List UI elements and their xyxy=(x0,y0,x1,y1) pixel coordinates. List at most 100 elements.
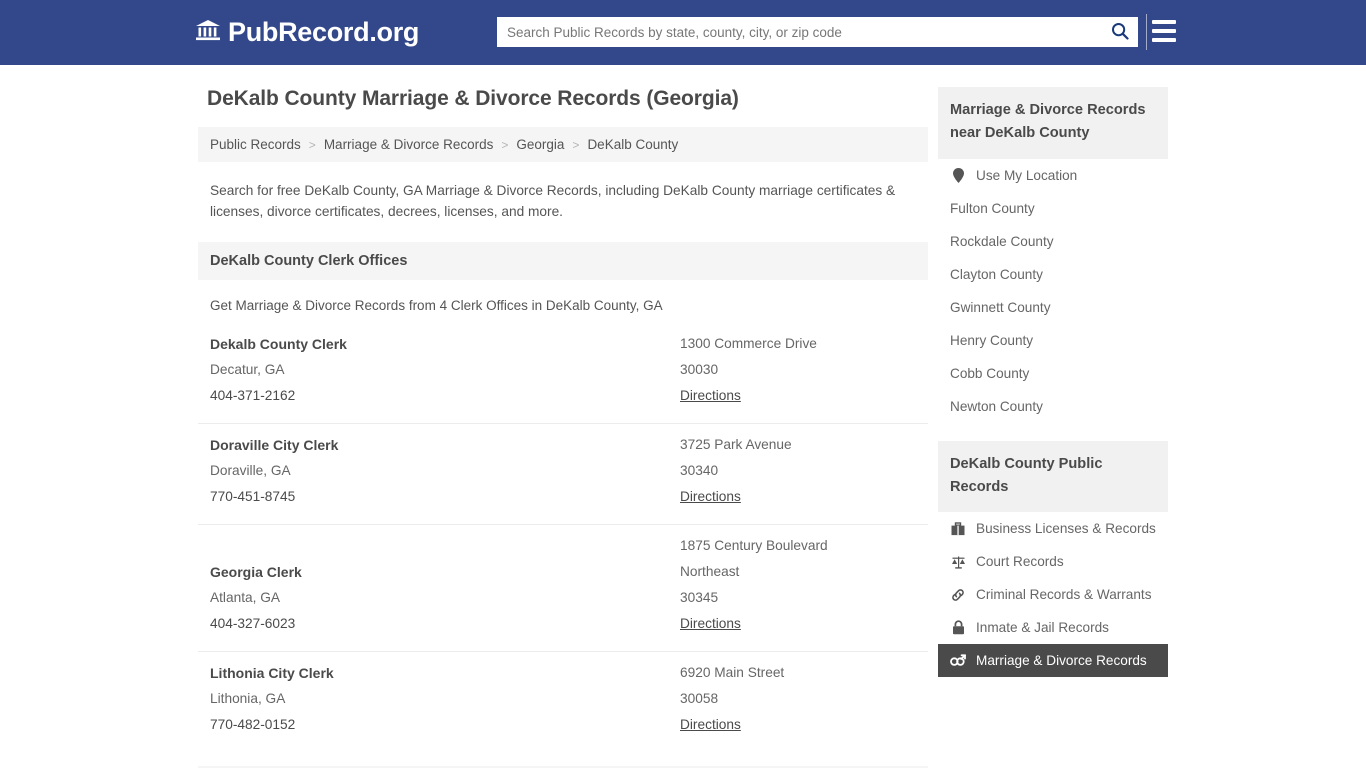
office-zip: 30340 xyxy=(680,463,719,479)
page-body: DeKalb County Marriage & Divorce Records… xyxy=(0,65,1366,768)
office-address-line: 1300 Commerce Drive xyxy=(680,336,817,352)
chain-link-icon xyxy=(950,588,966,602)
office-right-column: 3725 Park Avenue 30340 Directions xyxy=(680,432,916,510)
sidebar-item-rockdale-county[interactable]: Rockdale County xyxy=(938,225,1168,258)
office-phone[interactable]: 770-451-8745 xyxy=(210,484,680,510)
clerk-offices-subheading: Get Marriage & Divorce Records from 4 Cl… xyxy=(210,298,663,314)
office-zip: 30058 xyxy=(680,691,719,707)
sidebar-item-label: Rockdale County xyxy=(950,233,1054,249)
sidebar-item-label: Criminal Records & Warrants xyxy=(976,587,1152,603)
search-button[interactable] xyxy=(1102,18,1138,46)
breadcrumb-separator: > xyxy=(501,137,509,152)
main-column: DeKalb County Marriage & Divorce Records… xyxy=(198,87,928,768)
office-zip: 30345 xyxy=(680,590,719,606)
venus-mars-icon xyxy=(950,654,966,668)
office-name: Dekalb County Clerk xyxy=(210,336,347,353)
office-city: Doraville, GA xyxy=(210,463,291,479)
breadcrumb-separator: > xyxy=(308,137,316,152)
content-container: DeKalb County Marriage & Divorce Records… xyxy=(198,87,1168,768)
clerk-offices-heading: DeKalb County Clerk Offices xyxy=(198,242,928,281)
office-name: Lithonia City Clerk xyxy=(210,665,334,682)
office-row: Georgia Clerk Atlanta, GA 404-327-6023 1… xyxy=(198,524,928,651)
sidebar-item-label: Gwinnett County xyxy=(950,299,1051,315)
office-city: Decatur, GA xyxy=(210,362,285,378)
sidebar-item-inmate-jail-records[interactable]: Inmate & Jail Records xyxy=(938,611,1168,644)
sidebar-item-use-my-location[interactable]: Use My Location xyxy=(938,159,1168,192)
map-pin-icon xyxy=(950,167,966,183)
padlock-icon xyxy=(950,620,966,635)
sidebar-item-newton-county[interactable]: Newton County xyxy=(938,390,1168,423)
breadcrumb-item-marriage-divorce-records[interactable]: Marriage & Divorce Records xyxy=(324,137,494,152)
office-address-line: 3725 Park Avenue xyxy=(680,437,792,453)
office-phone[interactable]: 770-482-0152 xyxy=(210,712,680,738)
sidebar-item-clayton-county[interactable]: Clayton County xyxy=(938,258,1168,291)
office-address-line: 6920 Main Street xyxy=(680,665,785,681)
breadcrumb: Public Records > Marriage & Divorce Reco… xyxy=(198,127,928,162)
nearby-counties-list: Use My Location Fulton County Rockdale C… xyxy=(938,159,1168,423)
sidebar-item-criminal-records[interactable]: Criminal Records & Warrants xyxy=(938,578,1168,611)
directions-link[interactable]: Directions xyxy=(680,712,741,738)
hamburger-bar xyxy=(1152,20,1176,24)
breadcrumb-separator: > xyxy=(572,137,580,152)
office-left-column: Georgia Clerk Atlanta, GA 404-327-6023 xyxy=(210,533,680,637)
office-phone[interactable]: 404-327-6023 xyxy=(210,611,680,637)
directions-link[interactable]: Directions xyxy=(680,383,741,409)
office-phone[interactable]: 404-371-2162 xyxy=(210,383,680,409)
sidebar-item-label: Court Records xyxy=(976,554,1064,570)
nearby-records-heading: Marriage & Divorce Records near DeKalb C… xyxy=(938,87,1168,159)
office-right-column: 1875 Century Boulevard Northeast 30345 D… xyxy=(680,533,916,637)
sidebar-item-label: Marriage & Divorce Records xyxy=(976,653,1147,669)
site-logo-text: PubRecord.org xyxy=(228,17,420,47)
hamburger-bar xyxy=(1152,38,1176,42)
office-row: Doraville City Clerk Doraville, GA 770-4… xyxy=(198,423,928,524)
breadcrumb-item-dekalb-county[interactable]: DeKalb County xyxy=(587,137,678,152)
search-icon xyxy=(1111,22,1129,43)
sidebar-item-label: Cobb County xyxy=(950,365,1030,381)
hamburger-menu-icon[interactable] xyxy=(1152,20,1176,42)
sidebar-item-label: Fulton County xyxy=(950,200,1035,216)
office-zip: 30030 xyxy=(680,362,719,378)
page-intro-text: Search for free DeKalb County, GA Marria… xyxy=(210,183,896,220)
sidebar-item-gwinnett-county[interactable]: Gwinnett County xyxy=(938,291,1168,324)
search-bar xyxy=(497,17,1138,47)
briefcase-icon xyxy=(950,522,966,536)
office-name: Georgia Clerk xyxy=(210,564,302,581)
office-row: Lithonia City Clerk Lithonia, GA 770-482… xyxy=(198,651,928,752)
office-row: Dekalb County Clerk Decatur, GA 404-371-… xyxy=(198,329,928,423)
public-records-heading: DeKalb County Public Records xyxy=(938,440,1168,513)
sidebar-item-fulton-county[interactable]: Fulton County xyxy=(938,192,1168,225)
office-left-column: Lithonia City Clerk Lithonia, GA 770-482… xyxy=(210,660,680,738)
directions-link[interactable]: Directions xyxy=(680,484,741,510)
breadcrumb-item-georgia[interactable]: Georgia xyxy=(516,137,564,152)
sidebar-item-court-records[interactable]: Court Records xyxy=(938,545,1168,578)
directions-link[interactable]: Directions xyxy=(680,611,741,637)
sidebar-item-label: Use My Location xyxy=(976,167,1078,183)
office-left-column: Dekalb County Clerk Decatur, GA 404-371-… xyxy=(210,331,680,409)
page-title: DeKalb County Marriage & Divorce Records… xyxy=(207,87,739,110)
sidebar: Marriage & Divorce Records near DeKalb C… xyxy=(938,87,1168,768)
sidebar-item-label: Henry County xyxy=(950,332,1034,348)
sidebar-item-label: Inmate & Jail Records xyxy=(976,620,1109,636)
office-left-column: Doraville City Clerk Doraville, GA 770-4… xyxy=(210,432,680,510)
office-name: Doraville City Clerk xyxy=(210,437,339,454)
header-divider xyxy=(1146,14,1147,50)
sidebar-item-henry-county[interactable]: Henry County xyxy=(938,324,1168,357)
sidebar-item-cobb-county[interactable]: Cobb County xyxy=(938,357,1168,390)
office-city: Lithonia, GA xyxy=(210,691,286,707)
search-input[interactable] xyxy=(497,18,1102,46)
sidebar-item-label: Business Licenses & Records xyxy=(976,521,1156,537)
bank-building-icon xyxy=(195,18,221,47)
scales-of-justice-icon xyxy=(950,555,966,569)
sidebar-item-label: Newton County xyxy=(950,398,1043,414)
hamburger-bar xyxy=(1152,29,1176,33)
sidebar-item-business-licenses[interactable]: Business Licenses & Records xyxy=(938,512,1168,545)
site-header: PubRecord.org xyxy=(0,0,1366,65)
office-right-column: 6920 Main Street 30058 Directions xyxy=(680,660,916,738)
office-address-line: Northeast xyxy=(680,564,740,580)
public-records-list: Business Licenses & Records Court Record… xyxy=(938,512,1168,678)
breadcrumb-item-public-records[interactable]: Public Records xyxy=(210,137,301,152)
site-logo[interactable]: PubRecord.org xyxy=(195,18,419,47)
sidebar-item-marriage-divorce-records[interactable]: Marriage & Divorce Records xyxy=(938,644,1168,678)
